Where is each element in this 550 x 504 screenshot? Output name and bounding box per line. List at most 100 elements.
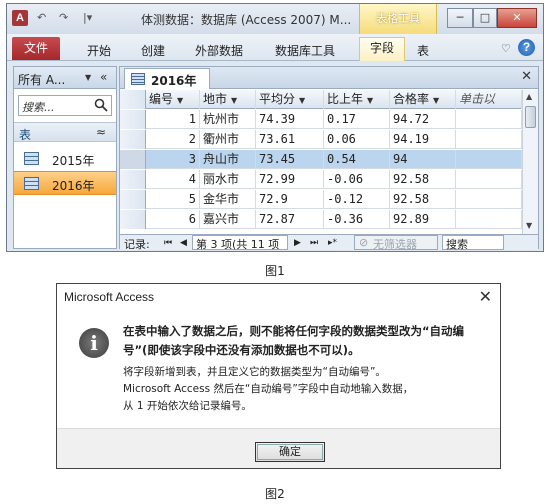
table-cell-ratio[interactable]: 0.17 — [324, 110, 390, 129]
column-header-pass[interactable]: 合格率 ▼ — [390, 90, 456, 109]
record-search-input[interactable]: 搜索 — [442, 235, 504, 251]
column-header-id[interactable]: 编号 ▼ — [146, 90, 200, 109]
table-cell-pass[interactable]: 92.89 — [390, 210, 456, 229]
table-cell-empty[interactable] — [456, 150, 522, 169]
table-cell-avg[interactable]: 73.45 — [256, 150, 324, 169]
table-cell-city[interactable]: 舟山市 — [200, 150, 256, 169]
table-cell-pass[interactable]: 94 — [390, 150, 456, 169]
table-row[interactable]: 2 衢州市 73.61 0.06 94.19 — [120, 130, 522, 149]
tab-table[interactable]: 表 — [417, 42, 429, 59]
column-header-click-to-add[interactable]: 单击以 — [456, 90, 522, 109]
ribbon-minimize-icon[interactable]: ♡ — [501, 42, 511, 55]
nav-group-header[interactable]: 表 ≈ — [14, 122, 116, 142]
table-cell-pass[interactable]: 94.19 — [390, 130, 456, 149]
filter-icon: ⊘ — [359, 236, 369, 249]
table-cell-empty[interactable] — [456, 210, 522, 229]
current-record-field[interactable]: 第 3 项(共 11 项 — [192, 235, 288, 251]
close-button[interactable]: ✕ — [497, 8, 537, 28]
vertical-scrollbar[interactable]: ▲ ▼ — [522, 90, 538, 234]
table-cell-city[interactable]: 杭州市 — [200, 110, 256, 129]
redo-icon[interactable]: ↷ — [59, 11, 68, 24]
access-app-icon[interactable]: A — [12, 10, 28, 26]
table-cell-id[interactable]: 5 — [146, 190, 200, 209]
table-row[interactable]: 1 杭州市 74.39 0.17 94.72 — [120, 110, 522, 129]
table-cell-id[interactable]: 2 — [146, 130, 200, 149]
table-icon — [24, 152, 39, 165]
undo-icon[interactable]: ↶ — [37, 11, 46, 24]
tab-external-data[interactable]: 外部数据 — [195, 42, 243, 59]
maximize-button[interactable]: □ — [473, 8, 497, 28]
tab-home[interactable]: 开始 — [87, 42, 111, 59]
tab-database-tools[interactable]: 数据库工具 — [275, 42, 335, 59]
row-selector[interactable] — [120, 150, 146, 169]
minimize-button[interactable]: ─ — [447, 8, 473, 28]
table-cell-avg[interactable]: 73.61 — [256, 130, 324, 149]
previous-record-icon[interactable]: ◀ — [180, 238, 187, 248]
chevron-down-icon[interactable]: ▼ — [85, 73, 91, 82]
nav-pane-header[interactable]: 所有 A... ▼ « — [14, 67, 116, 89]
collapse-pane-icon[interactable]: « — [100, 70, 107, 84]
column-header-ratio[interactable]: 比上年 ▼ — [324, 90, 390, 109]
table-cell-pass[interactable]: 94.72 — [390, 110, 456, 129]
column-header-city[interactable]: 地市 ▼ — [200, 90, 256, 109]
help-icon[interactable]: ? — [518, 39, 535, 56]
tab-file[interactable]: 文件 — [12, 37, 60, 60]
close-icon[interactable]: ✕ — [479, 287, 492, 307]
chevron-up-icon[interactable]: ≈ — [96, 125, 106, 139]
table-cell-empty[interactable] — [456, 110, 522, 129]
table-cell-city[interactable]: 丽水市 — [200, 170, 256, 189]
nav-pane-title[interactable]: 所有 A... — [18, 71, 65, 88]
nav-search-input[interactable]: 搜索... — [18, 95, 112, 116]
tab-fields[interactable]: 字段 — [359, 37, 406, 61]
table-row[interactable]: 6 嘉兴市 72.87 -0.36 92.89 — [120, 210, 522, 229]
table-cell-id[interactable]: 4 — [146, 170, 200, 189]
table-cell-ratio[interactable]: -0.12 — [324, 190, 390, 209]
table-row[interactable]: 3 舟山市 73.45 0.54 94 — [120, 150, 522, 169]
row-selector[interactable] — [120, 170, 146, 189]
new-record-icon[interactable]: ▸* — [328, 238, 337, 248]
customize-quick-access-icon[interactable]: |▾ — [83, 11, 92, 24]
select-all-corner[interactable] — [120, 90, 146, 109]
table-cell-ratio[interactable]: 0.54 — [324, 150, 390, 169]
row-selector[interactable] — [120, 210, 146, 229]
table-cell-city[interactable]: 金华市 — [200, 190, 256, 209]
table-cell-city[interactable]: 嘉兴市 — [200, 210, 256, 229]
row-selector[interactable] — [120, 130, 146, 149]
scroll-thumb[interactable] — [525, 106, 536, 128]
nav-item-2016[interactable]: 2016年 — [14, 171, 116, 195]
next-record-icon[interactable]: ▶ — [294, 238, 301, 248]
row-selector[interactable] — [120, 190, 146, 209]
first-record-icon[interactable]: ⏮ — [164, 238, 172, 248]
table-row[interactable]: 4 丽水市 72.99 -0.06 92.58 — [120, 170, 522, 189]
scroll-up-icon[interactable]: ▲ — [526, 92, 532, 101]
document-tab-2016[interactable]: 2016年 — [124, 68, 210, 89]
table-cell-id[interactable]: 3 — [146, 150, 200, 169]
table-cell-pass[interactable]: 92.58 — [390, 170, 456, 189]
table-cell-empty[interactable] — [456, 130, 522, 149]
table-row[interactable]: 5 金华市 72.9 -0.12 92.58 — [120, 190, 522, 209]
row-selector[interactable] — [120, 110, 146, 129]
search-icon[interactable] — [94, 98, 108, 112]
chevron-down-icon: ▼ — [299, 96, 306, 105]
table-cell-ratio[interactable]: 0.06 — [324, 130, 390, 149]
table-cell-empty[interactable] — [456, 170, 522, 189]
column-header-avg[interactable]: 平均分 ▼ — [256, 90, 324, 109]
table-cell-avg[interactable]: 74.39 — [256, 110, 324, 129]
ok-button[interactable]: 确定 — [255, 442, 325, 462]
table-cell-avg[interactable]: 72.87 — [256, 210, 324, 229]
table-cell-ratio[interactable]: -0.36 — [324, 210, 390, 229]
tab-create[interactable]: 创建 — [141, 42, 165, 59]
table-cell-id[interactable]: 6 — [146, 210, 200, 229]
nav-item-2015[interactable]: 2015年 — [14, 147, 116, 171]
table-cell-ratio[interactable]: -0.06 — [324, 170, 390, 189]
table-cell-avg[interactable]: 72.9 — [256, 190, 324, 209]
last-record-icon[interactable]: ⏭ — [310, 238, 318, 248]
table-cell-empty[interactable] — [456, 190, 522, 209]
table-cell-city[interactable]: 衢州市 — [200, 130, 256, 149]
table-cell-pass[interactable]: 92.58 — [390, 190, 456, 209]
table-cell-id[interactable]: 1 — [146, 110, 200, 129]
table-cell-avg[interactable]: 72.99 — [256, 170, 324, 189]
scroll-down-icon[interactable]: ▼ — [526, 221, 532, 230]
filter-status-button[interactable]: ⊘ 无筛选器 — [354, 235, 438, 251]
close-document-icon[interactable]: ✕ — [521, 69, 532, 84]
